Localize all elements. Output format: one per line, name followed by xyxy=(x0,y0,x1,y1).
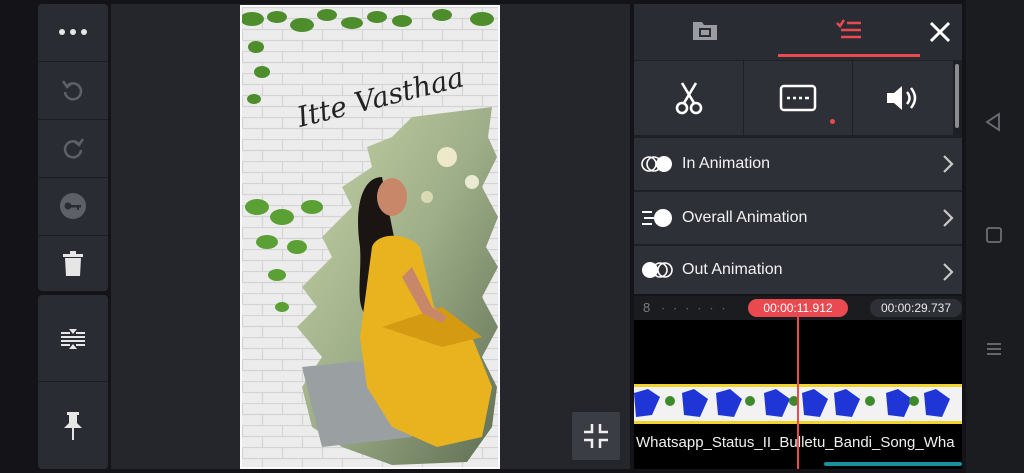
undo-icon xyxy=(61,80,83,101)
tab-active-indicator xyxy=(778,54,920,57)
video-preview[interactable]: Itte Vasthaa xyxy=(240,5,500,469)
out-animation-row[interactable]: Out Animation xyxy=(634,246,962,294)
recents-button[interactable] xyxy=(985,340,1005,360)
toolbar-scrollbar[interactable] xyxy=(955,64,959,128)
home-button[interactable] xyxy=(985,226,1005,246)
audio-track-stub xyxy=(824,462,962,466)
scissors-icon xyxy=(675,82,702,115)
in-animation-icon xyxy=(641,156,672,172)
preview-image: Itte Vasthaa xyxy=(242,7,498,467)
overall-animation-label: Overall Animation xyxy=(682,209,808,226)
split-tool-button[interactable] xyxy=(634,61,743,135)
more-button[interactable] xyxy=(38,4,108,60)
adjust-layer-icon xyxy=(61,329,85,349)
home-square-icon xyxy=(986,227,1002,243)
tab-edit-list[interactable] xyxy=(778,4,920,56)
key-icon xyxy=(60,193,86,219)
volume-icon xyxy=(887,86,917,110)
film-folder-icon xyxy=(693,22,717,40)
chevron-right-icon xyxy=(943,263,954,281)
pin-icon xyxy=(64,411,82,440)
more-icon xyxy=(59,29,87,35)
tab-media[interactable] xyxy=(634,4,776,56)
caption-icon xyxy=(779,84,817,112)
subtitle-tool-button[interactable] xyxy=(744,61,852,135)
exit-fullscreen-button[interactable] xyxy=(572,412,620,460)
clip-filename: Whatsapp_Status_II_Bulletu_Bandi_Song_Wh… xyxy=(636,434,955,451)
left-toolbar xyxy=(38,4,108,291)
playhead[interactable] xyxy=(797,316,799,469)
checklist-icon xyxy=(836,19,861,39)
split-layer-button[interactable] xyxy=(38,295,108,381)
back-triangle-icon xyxy=(985,112,1000,132)
total-time-badge: 00:00:29.737 xyxy=(870,299,962,317)
in-animation-label: In Animation xyxy=(682,155,771,172)
left-toolbar-lower xyxy=(38,295,108,469)
redo-icon xyxy=(63,138,85,159)
pin-button[interactable] xyxy=(38,382,108,469)
current-time-badge: 00:00:11.912 xyxy=(748,299,848,317)
redo-button[interactable] xyxy=(38,120,108,176)
close-icon xyxy=(929,21,951,43)
undo-button[interactable] xyxy=(38,62,108,118)
timeline[interactable]: 8 •••••• 00:00:11.912 00:00:29.737 Whats… xyxy=(634,296,962,469)
notification-dot xyxy=(830,119,835,124)
overall-animation-icon xyxy=(642,209,672,227)
volume-tool-button[interactable] xyxy=(853,61,953,135)
menu-lines-icon xyxy=(987,343,1001,355)
delete-button[interactable] xyxy=(38,236,108,291)
overall-animation-row[interactable]: Overall Animation xyxy=(634,192,962,244)
ruler-mark: 8 xyxy=(643,300,651,315)
chevron-right-icon xyxy=(943,209,954,227)
collapse-icon xyxy=(584,424,608,448)
back-button[interactable] xyxy=(983,112,1005,134)
close-button[interactable] xyxy=(920,8,960,56)
out-animation-icon xyxy=(642,262,673,278)
out-animation-label: Out Animation xyxy=(682,261,783,278)
trash-icon xyxy=(63,250,83,276)
keyframe-button[interactable] xyxy=(38,178,108,234)
chevron-right-icon xyxy=(943,155,954,173)
in-animation-row[interactable]: In Animation xyxy=(634,138,962,190)
